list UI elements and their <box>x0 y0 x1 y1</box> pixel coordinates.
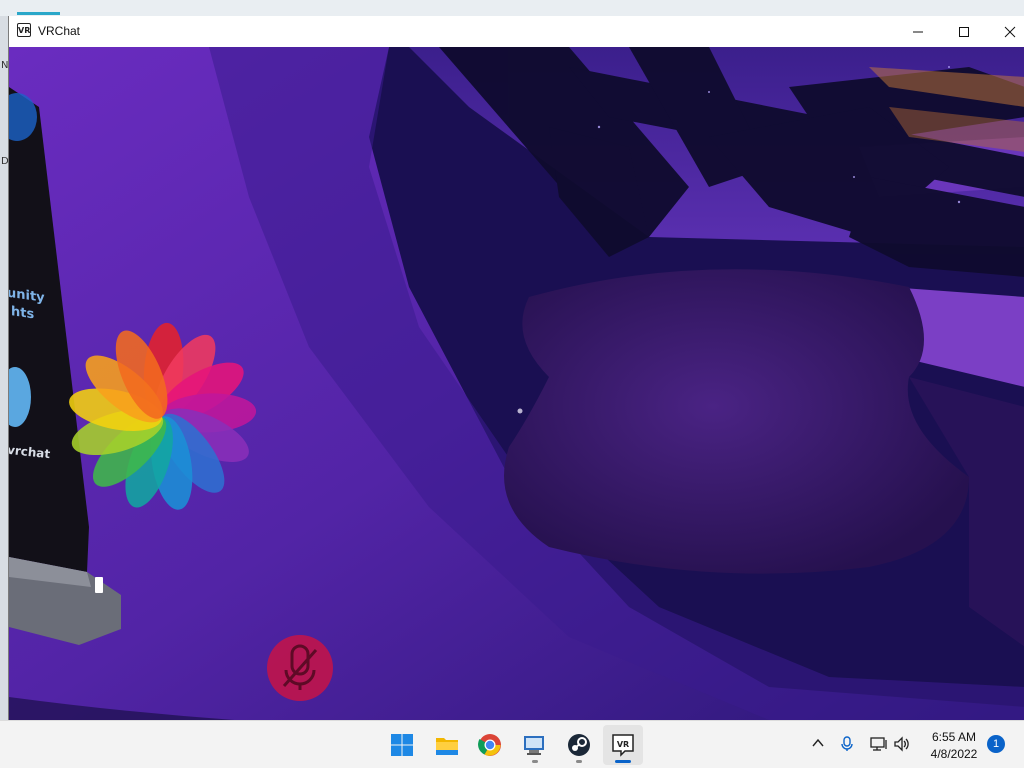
taskbar: VR 6:55 AM 4/8/2022 <box>0 720 1024 768</box>
clock-date: 4/8/2022 <box>930 747 978 761</box>
mic-muted-icon <box>267 635 333 701</box>
clock-time: 6:55 AM <box>931 730 977 744</box>
active-indicator <box>615 760 631 763</box>
desktop-background-strip <box>0 0 1024 16</box>
notification-badge[interactable]: 1 <box>987 735 1005 753</box>
vrchat-app-icon: VR <box>17 23 31 37</box>
desktop-left-edge: N D <box>0 16 9 720</box>
taskbar-chrome[interactable] <box>470 725 510 765</box>
sign-stand-light <box>95 577 103 593</box>
taskbar-vrchat[interactable]: VR <box>603 725 643 765</box>
steam-icon <box>568 734 590 756</box>
taskbar-remote-desktop[interactable] <box>515 725 555 765</box>
taskbar-start-button[interactable] <box>382 725 422 765</box>
svg-text:VR: VR <box>617 740 629 749</box>
community-sign-text: unity hts <box>9 285 45 325</box>
game-viewport[interactable]: unity hts vrchat <box>9 47 1024 720</box>
network-icon[interactable] <box>870 736 888 752</box>
system-clock[interactable]: 6:55 AM 4/8/2022 <box>922 729 986 763</box>
maximize-button[interactable] <box>941 16 987 47</box>
vrchat-icon: VR <box>612 734 634 757</box>
desktop-window-tab <box>17 12 60 15</box>
windows-start-icon <box>391 734 413 756</box>
running-indicator <box>576 760 582 763</box>
window-title: VRChat <box>38 24 81 38</box>
remote-desktop-icon <box>524 736 544 755</box>
taskbar-file-explorer[interactable] <box>427 725 467 765</box>
chevron-up-icon[interactable] <box>811 736 825 750</box>
crosshair-dot <box>517 408 523 414</box>
vrchat-window[interactable]: VR VRChat unity hts vrchat <box>8 16 1024 720</box>
close-icon <box>1004 26 1016 38</box>
close-button[interactable] <box>987 16 1024 47</box>
vr-scene <box>9 47 1024 720</box>
taskbar-steam[interactable] <box>559 725 599 765</box>
volume-icon[interactable] <box>894 736 912 752</box>
chrome-icon <box>478 734 501 756</box>
minimize-icon <box>913 31 923 33</box>
maximize-icon <box>959 27 969 37</box>
minimize-button[interactable] <box>895 16 941 47</box>
folder-icon <box>436 738 458 755</box>
microphone-icon[interactable] <box>840 736 854 752</box>
running-indicator <box>532 760 538 763</box>
title-bar[interactable]: VR VRChat <box>9 16 1024 47</box>
